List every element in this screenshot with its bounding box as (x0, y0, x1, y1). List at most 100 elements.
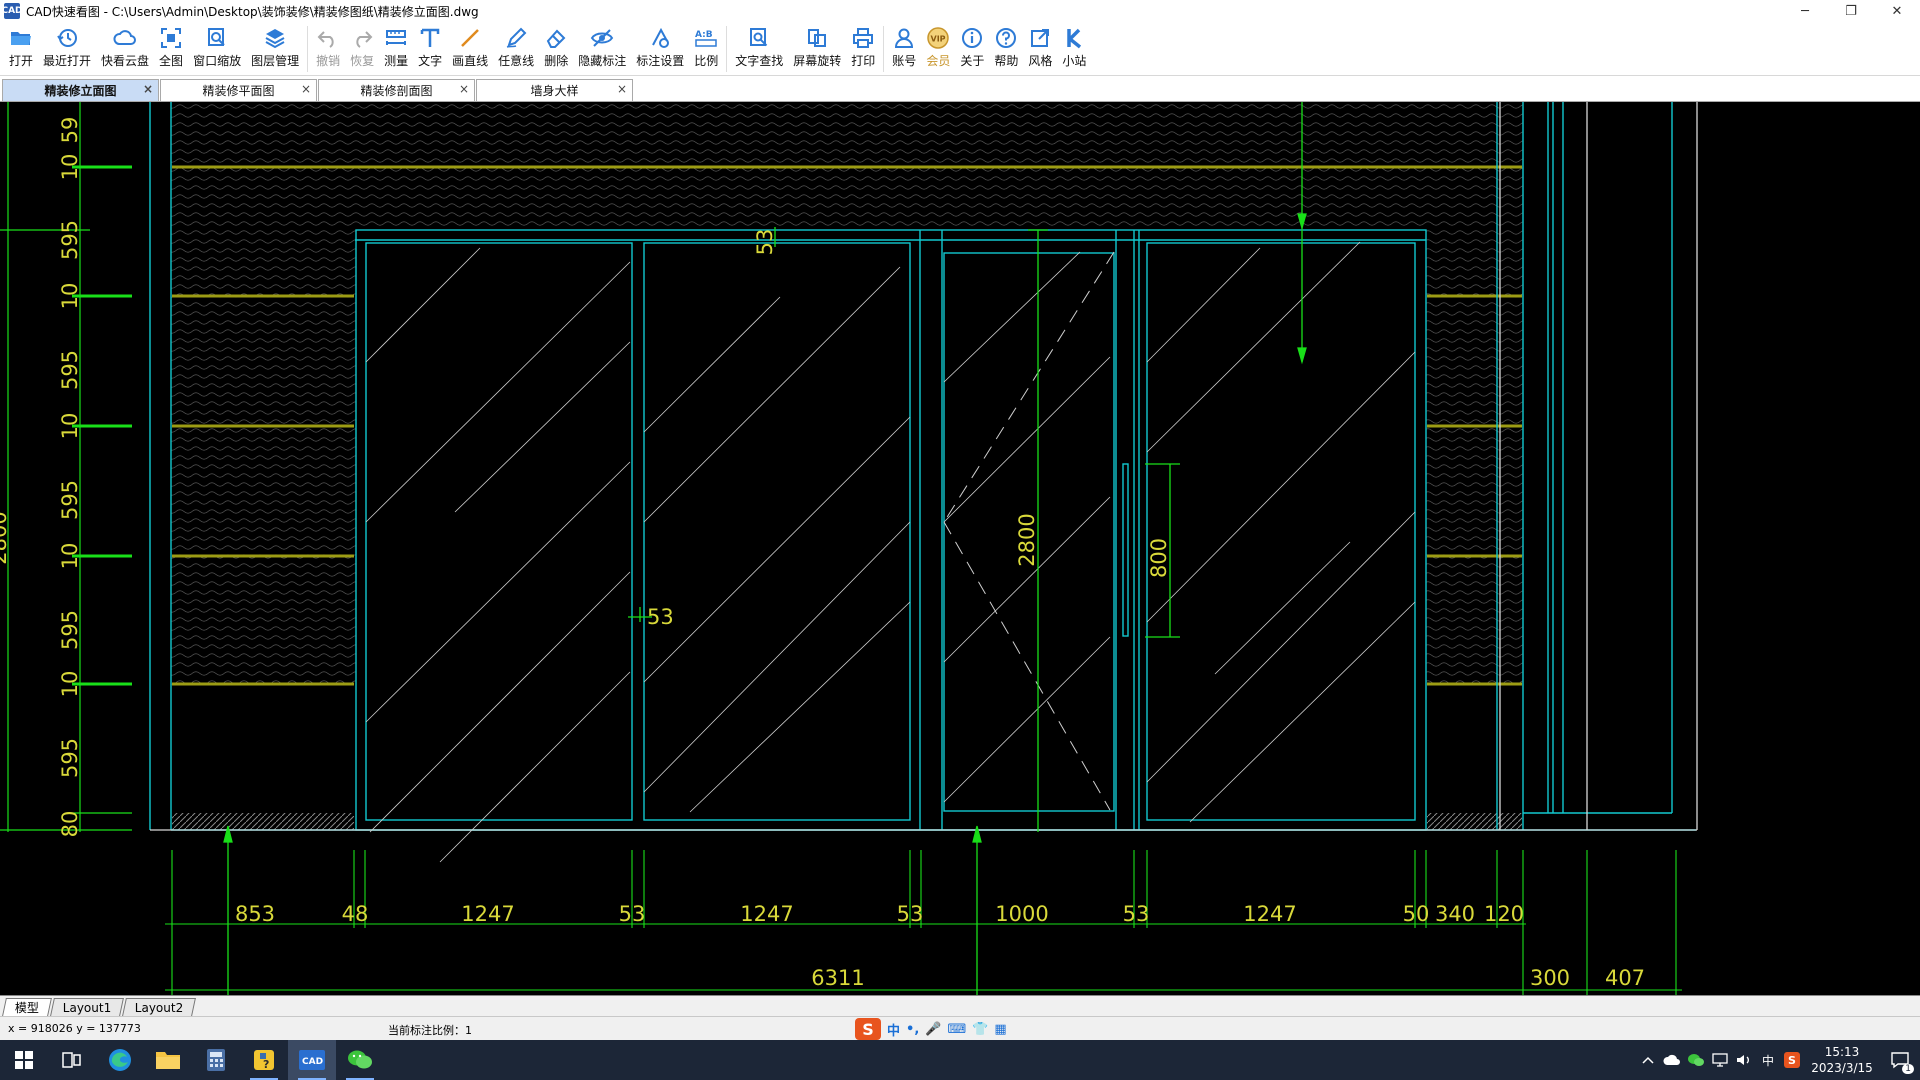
sogou-tray-icon[interactable]: S (1780, 1040, 1804, 1080)
k-logo-icon (1062, 26, 1086, 50)
zoom-window-icon (205, 26, 229, 50)
tab-layout2[interactable]: Layout2 (122, 998, 197, 1016)
toolbar-divider (883, 26, 885, 72)
close-icon[interactable]: × (143, 82, 153, 96)
window-zoom-label: 窗口缩放 (193, 54, 242, 68)
toolbar-divider (307, 26, 309, 72)
keyboard-icon[interactable]: ⌨ (947, 1022, 966, 1037)
microphone-icon[interactable]: 🎤 (925, 1022, 941, 1037)
scale-label: 比例 (694, 54, 719, 68)
windows-logo-icon (15, 1051, 33, 1069)
task-view-button[interactable] (48, 1040, 96, 1080)
rotate-screen-button[interactable]: 屏幕旋转 (788, 22, 846, 74)
volume-icon[interactable] (1732, 1040, 1756, 1080)
taskbar-file-explorer[interactable] (144, 1040, 192, 1080)
network-icon[interactable] (1708, 1040, 1732, 1080)
dim-text: 53 (647, 605, 674, 629)
cloud-drive-button[interactable]: 快看云盘 (96, 22, 154, 74)
scale-button[interactable]: A:B 比例 (689, 22, 723, 74)
tab-elevation[interactable]: 精装修立面图 × (2, 79, 159, 101)
start-button[interactable] (0, 1040, 48, 1080)
ime-mode-toggle[interactable]: 中 (887, 1020, 900, 1039)
vip-badge-icon: VIP (926, 26, 950, 50)
about-button[interactable]: 关于 (955, 22, 989, 74)
sogou-s-glyph: S (1784, 1052, 1800, 1068)
dim-text: 53 (1123, 902, 1150, 926)
sogou-logo-icon[interactable]: S (855, 1018, 881, 1040)
app-logo-icon: CAD (1, 3, 23, 19)
open-button[interactable]: 打开 (4, 22, 38, 74)
rotate-screen-label: 屏幕旋转 (793, 54, 842, 68)
vip-button[interactable]: VIP 会员 (921, 22, 955, 74)
close-icon[interactable]: × (617, 82, 627, 96)
close-icon[interactable]: × (459, 82, 469, 96)
freehand-button[interactable]: 任意线 (493, 22, 539, 74)
document-tab-bar: 精装修立面图 × 精装修平面图 × 精装修剖面图 × 墙身大样 × (0, 76, 1920, 102)
tab-section[interactable]: 精装修剖面图 × (318, 79, 475, 101)
text-search-button[interactable]: 文字查找 (730, 22, 788, 74)
system-clock[interactable]: 15:13 2023/3/15 (1804, 1044, 1880, 1076)
tab-label: 墙身大样 (530, 84, 579, 98)
dimension-settings-button[interactable]: 标注设置 (631, 22, 689, 74)
help-button[interactable]: 帮助 (989, 22, 1023, 74)
restore-button[interactable]: ❐ (1828, 0, 1874, 22)
wechat-tray-icon[interactable] (1684, 1040, 1708, 1080)
dimension-settings-label: 标注设置 (636, 54, 685, 68)
tab-wall-detail[interactable]: 墙身大样 × (476, 79, 633, 101)
print-button[interactable]: 打印 (846, 22, 880, 74)
layers-icon (263, 26, 287, 50)
erase-button[interactable]: 删除 (539, 22, 573, 74)
fit-view-icon (159, 26, 183, 50)
tab-floor-plan[interactable]: 精装修平面图 × (160, 79, 317, 101)
taskbar-calculator[interactable] (192, 1040, 240, 1080)
chevron-up-icon[interactable] (1636, 1040, 1660, 1080)
layer-manager-button[interactable]: 图层管理 (246, 22, 304, 74)
style-button[interactable]: 风格 (1023, 22, 1057, 74)
input-language-indicator[interactable]: 中 (1756, 1040, 1780, 1080)
apps-grid-icon[interactable]: ▦ (994, 1022, 1006, 1037)
draw-line-button[interactable]: 画直线 (447, 22, 493, 74)
cad-drawing: 59 10 595 10 595 10 595 10 595 10 595 80… (0, 102, 1698, 995)
minimize-button[interactable]: ─ (1782, 0, 1828, 22)
window-zoom-button[interactable]: 窗口缩放 (188, 22, 246, 74)
recent-files-button[interactable]: 最近打开 (38, 22, 96, 74)
dim-text: 1247 (1243, 902, 1296, 926)
taskbar-edge[interactable] (96, 1040, 144, 1080)
door-opening (356, 230, 1426, 688)
line-icon (458, 26, 482, 50)
redo-label: 恢复 (350, 54, 375, 68)
measure-button[interactable]: 测量 (379, 22, 413, 74)
dim-text: 80 (58, 811, 82, 838)
punctuation-icon[interactable]: •, (906, 1022, 919, 1037)
dim-text: 10 (58, 413, 82, 440)
notification-center-button[interactable]: 1 (1880, 1040, 1920, 1080)
current-scale: 当前标注比例：1 (388, 1024, 472, 1037)
notification-count-badge: 1 (1902, 1064, 1914, 1074)
close-window-button[interactable]: ✕ (1874, 0, 1920, 22)
full-view-button[interactable]: 全图 (154, 22, 188, 74)
printer-icon (851, 26, 875, 50)
undo-button[interactable]: 撤销 (311, 22, 345, 74)
text-tool-label: 文字 (418, 54, 443, 68)
taskbar-wechat[interactable] (336, 1040, 384, 1080)
onedrive-cloud-icon[interactable] (1660, 1040, 1684, 1080)
close-icon[interactable]: × (301, 82, 311, 96)
drawing-canvas[interactable]: 59 10 595 10 595 10 595 10 595 10 595 80… (0, 102, 1920, 995)
draw-line-label: 画直线 (452, 54, 489, 68)
dim-text: 53 (753, 229, 777, 256)
undo-icon (316, 26, 340, 50)
taskbar-python[interactable]: ? (240, 1040, 288, 1080)
tab-layout1[interactable]: Layout1 (50, 998, 125, 1016)
hide-dimensions-button[interactable]: 隐藏标注 (573, 22, 631, 74)
edge-browser-icon (109, 1049, 131, 1071)
pen-icon (504, 26, 528, 50)
layout-tab-label: 模型 (14, 1001, 39, 1015)
account-button[interactable]: 账号 (887, 22, 921, 74)
station-button[interactable]: 小站 (1057, 22, 1091, 74)
tab-model[interactable]: 模型 (2, 998, 52, 1016)
skin-icon[interactable]: 👕 (972, 1022, 988, 1037)
taskbar-cad-viewer[interactable]: CAD (288, 1040, 336, 1080)
redo-button[interactable]: 恢复 (345, 22, 379, 74)
folder-open-icon (9, 26, 33, 50)
text-tool-button[interactable]: 文字 (413, 22, 447, 74)
